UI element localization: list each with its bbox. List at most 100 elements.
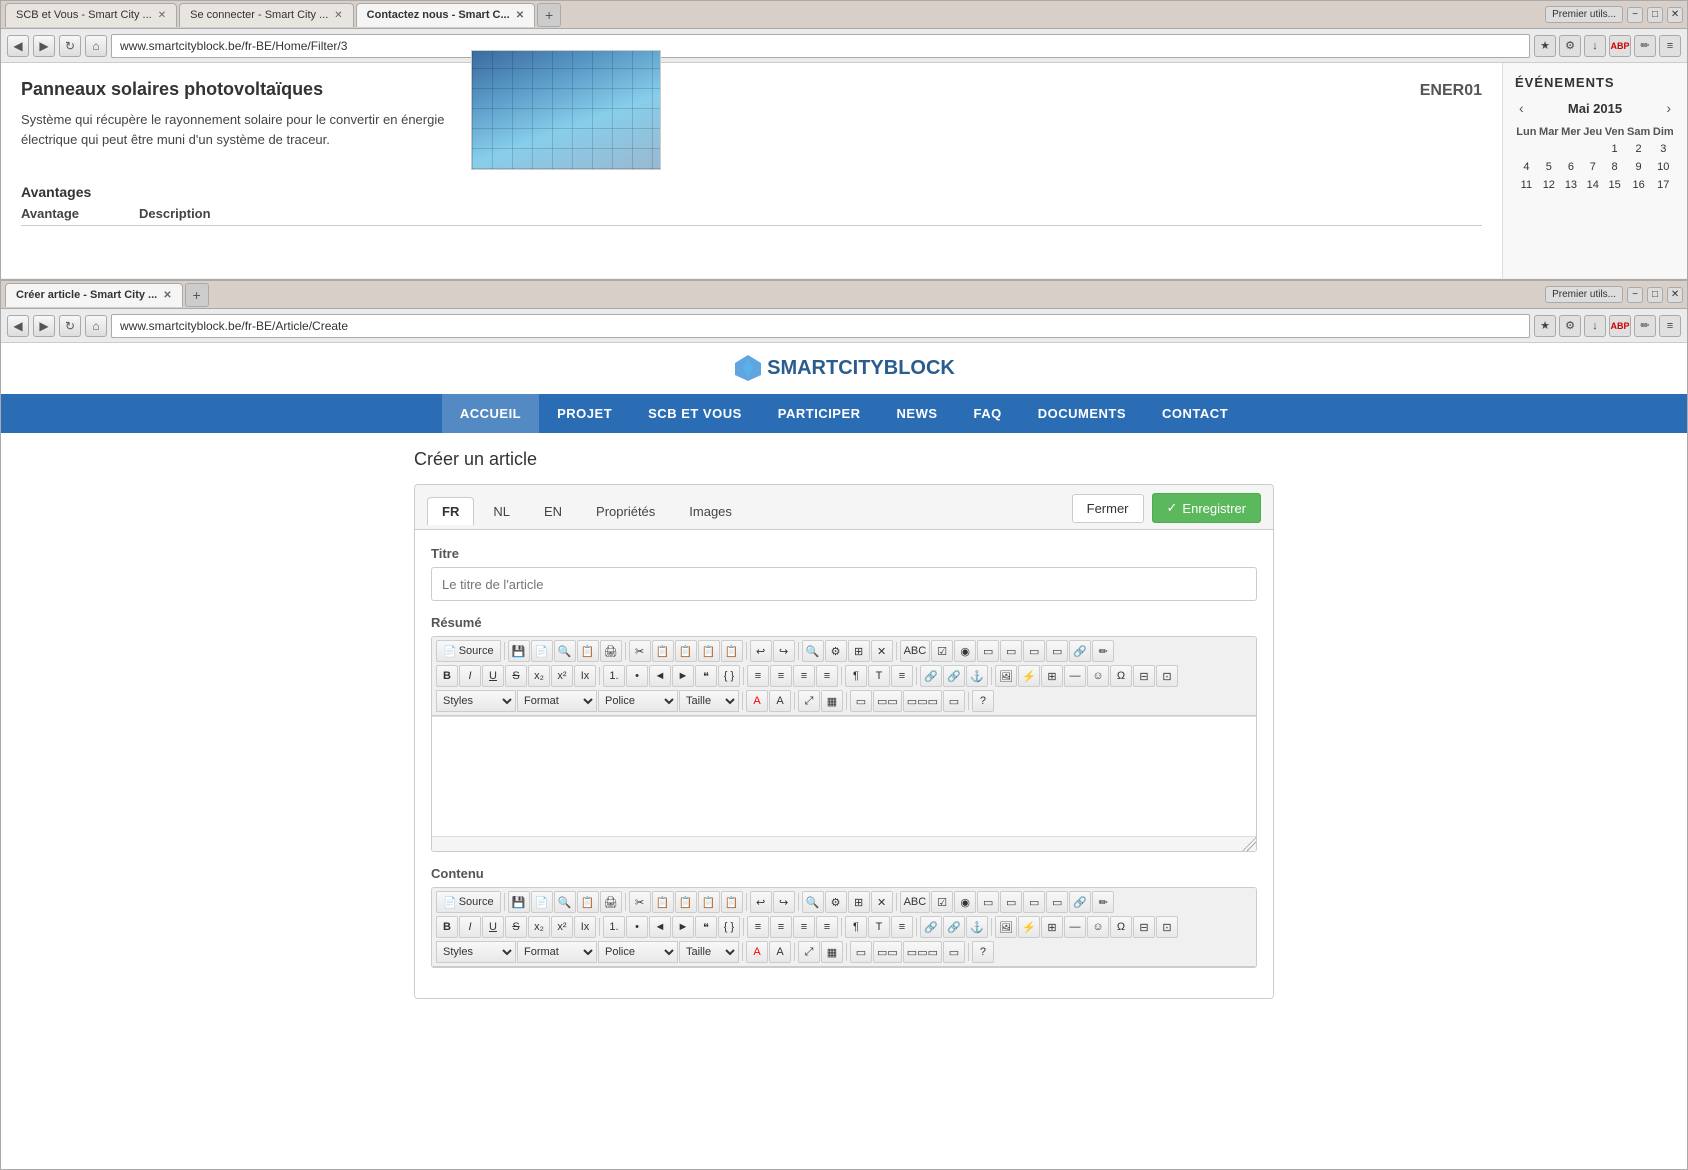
- settings-icon[interactable]: ⚙: [1559, 35, 1581, 57]
- taille-select[interactable]: Taille: [679, 690, 739, 712]
- rte-c-link2-btn[interactable]: 🔗: [920, 916, 942, 938]
- nav-documents[interactable]: DOCUMENTS: [1020, 394, 1144, 433]
- rte-c-preview-btn[interactable]: 🔍: [554, 891, 576, 913]
- rte-c-1col-btn[interactable]: ▭: [850, 941, 872, 963]
- rte-c-bq-btn[interactable]: ❝: [695, 916, 717, 938]
- resize-icon[interactable]: [1242, 837, 1256, 851]
- tab-scb-vous[interactable]: SCB et Vous - Smart City ... ✕: [5, 3, 177, 27]
- rte-c-newdoc-btn[interactable]: 📄: [531, 891, 553, 913]
- rte-c-underline-btn[interactable]: U: [482, 916, 504, 938]
- rte-c-outdent-btn[interactable]: ◄: [649, 916, 671, 938]
- titre-input[interactable]: [431, 567, 1257, 601]
- rte-underline-btn[interactable]: U: [482, 665, 504, 687]
- rte-bg-color-btn[interactable]: A: [769, 690, 791, 712]
- settings-icon-2[interactable]: ⚙: [1559, 315, 1581, 337]
- rte-c-removeformat-btn[interactable]: ✕: [871, 891, 893, 913]
- c-police-select[interactable]: Police: [598, 941, 678, 963]
- nav-participer[interactable]: PARTICIPER: [760, 394, 879, 433]
- rte-c-flash2-btn[interactable]: ⚡: [1018, 916, 1040, 938]
- rte-help-btn[interactable]: ?: [972, 690, 994, 712]
- rte-anchor-btn[interactable]: ⚓: [966, 665, 988, 687]
- tab-se-connecter[interactable]: Se connecter - Smart City ... ✕: [179, 3, 354, 27]
- rte-col4-btn[interactable]: ▭: [943, 690, 965, 712]
- rte-c-al-btn[interactable]: ≡: [747, 916, 769, 938]
- rte-c-ac-btn[interactable]: ≡: [770, 916, 792, 938]
- nav-accueil[interactable]: ACCUEIL: [442, 394, 539, 433]
- rte-language-btn[interactable]: ≡: [891, 665, 913, 687]
- close-button-2[interactable]: ✕: [1667, 287, 1683, 303]
- pencil-icon[interactable]: ✏: [1634, 35, 1656, 57]
- rte-c-iframe-btn[interactable]: ⊡: [1156, 916, 1178, 938]
- rte-ol-btn[interactable]: 1.: [603, 665, 625, 687]
- rte-c-save-btn[interactable]: 💾: [508, 891, 530, 913]
- c-format-select[interactable]: Format: [517, 941, 597, 963]
- rte-indent-btn[interactable]: ►: [672, 665, 694, 687]
- rte-c-lang-btn[interactable]: ≡: [891, 916, 913, 938]
- rte-c-ol-btn[interactable]: 1.: [603, 916, 625, 938]
- rte-c-template-btn[interactable]: 📋: [577, 891, 599, 913]
- rte-show-blocks-btn[interactable]: ▦: [821, 690, 843, 712]
- rte-c-sup-btn[interactable]: x²: [551, 916, 573, 938]
- rte-blockquote-btn[interactable]: ❝: [695, 665, 717, 687]
- rte-find-btn[interactable]: 🔍: [802, 640, 824, 662]
- minimize-button[interactable]: −: [1627, 7, 1643, 23]
- rte-align-justify-btn[interactable]: ≡: [816, 665, 838, 687]
- rte-c-italic-btn[interactable]: I: [459, 916, 481, 938]
- rte-unlink2-btn[interactable]: 🔗: [943, 665, 965, 687]
- tab-close-icon[interactable]: ✕: [158, 10, 166, 21]
- tab-en[interactable]: EN: [529, 497, 577, 525]
- c-styles-select[interactable]: Styles: [436, 941, 516, 963]
- tab-close-icon[interactable]: ✕: [163, 290, 171, 301]
- rte-special-btn[interactable]: Ω: [1110, 665, 1132, 687]
- rte-c-redo-btn[interactable]: ↪: [773, 891, 795, 913]
- rte-c-cut-btn[interactable]: ✂: [629, 891, 651, 913]
- rte-c-copy-btn[interactable]: 📋: [652, 891, 674, 913]
- rte-input-btn[interactable]: ▭: [977, 640, 999, 662]
- rte-c-undo-btn[interactable]: ↩: [750, 891, 772, 913]
- rte-select-all-btn[interactable]: ⊞: [848, 640, 870, 662]
- rte-bold-btn[interactable]: B: [436, 665, 458, 687]
- rte-preview-btn[interactable]: 🔍: [554, 640, 576, 662]
- rte-c-radio-btn[interactable]: ◉: [954, 891, 976, 913]
- tab-close-icon[interactable]: ✕: [516, 10, 524, 21]
- rte-c-sub-btn[interactable]: x₂: [528, 916, 550, 938]
- rte-c-pb-btn[interactable]: ⊟: [1133, 916, 1155, 938]
- back-button[interactable]: ◀: [7, 35, 29, 57]
- rte-strike-btn[interactable]: S: [505, 665, 527, 687]
- nav-contact[interactable]: CONTACT: [1144, 394, 1246, 433]
- forward-button[interactable]: ▶: [33, 35, 55, 57]
- rte-link2-btn[interactable]: 🔗: [920, 665, 942, 687]
- rte-pagebreak-btn[interactable]: ⊟: [1133, 665, 1155, 687]
- rte-c-find-btn[interactable]: 🔍: [802, 891, 824, 913]
- rte-ul-btn[interactable]: •: [626, 665, 648, 687]
- home-button-2[interactable]: ⌂: [85, 315, 107, 337]
- rte-superscript-btn[interactable]: x²: [551, 665, 573, 687]
- rte-c-blocks-btn[interactable]: ▦: [821, 941, 843, 963]
- rte-c-rf-btn[interactable]: Ix: [574, 916, 596, 938]
- rte-c-paste2-btn[interactable]: 📋: [698, 891, 720, 913]
- rte-col3-btn[interactable]: ▭▭▭: [903, 690, 942, 712]
- adblock-icon-2[interactable]: ABP: [1609, 315, 1631, 337]
- rte-resize-handle-resume[interactable]: [432, 836, 1256, 851]
- rte-c-print-btn[interactable]: 🖨: [600, 891, 622, 913]
- rte-align-center-btn[interactable]: ≡: [770, 665, 792, 687]
- styles-select[interactable]: Styles: [436, 690, 516, 712]
- rte-c-link-btn[interactable]: 🔗: [1069, 891, 1091, 913]
- bookmark-icon[interactable]: ★: [1534, 35, 1556, 57]
- reload-button[interactable]: ↻: [59, 35, 81, 57]
- download-icon-2[interactable]: ↓: [1584, 315, 1606, 337]
- tab-close-icon[interactable]: ✕: [334, 10, 342, 21]
- new-tab-button-2[interactable]: +: [185, 283, 209, 307]
- rte-paste-btn[interactable]: 📋: [675, 640, 697, 662]
- rte-c-bold-btn[interactable]: B: [436, 916, 458, 938]
- tab-proprietes[interactable]: Propriétés: [581, 497, 670, 525]
- rte-c-emoji2-btn[interactable]: ☺: [1087, 916, 1109, 938]
- pencil-icon-2[interactable]: ✏: [1634, 315, 1656, 337]
- rte-c-edit-btn[interactable]: ✏: [1092, 891, 1114, 913]
- rte-undo-btn[interactable]: ↩: [750, 640, 772, 662]
- rte-radio-btn[interactable]: ◉: [954, 640, 976, 662]
- rte-subscript-btn[interactable]: x₂: [528, 665, 550, 687]
- url-input[interactable]: [111, 34, 1530, 58]
- cal-prev-button[interactable]: ‹: [1515, 100, 1528, 116]
- rte-c-4col-btn[interactable]: ▭: [943, 941, 965, 963]
